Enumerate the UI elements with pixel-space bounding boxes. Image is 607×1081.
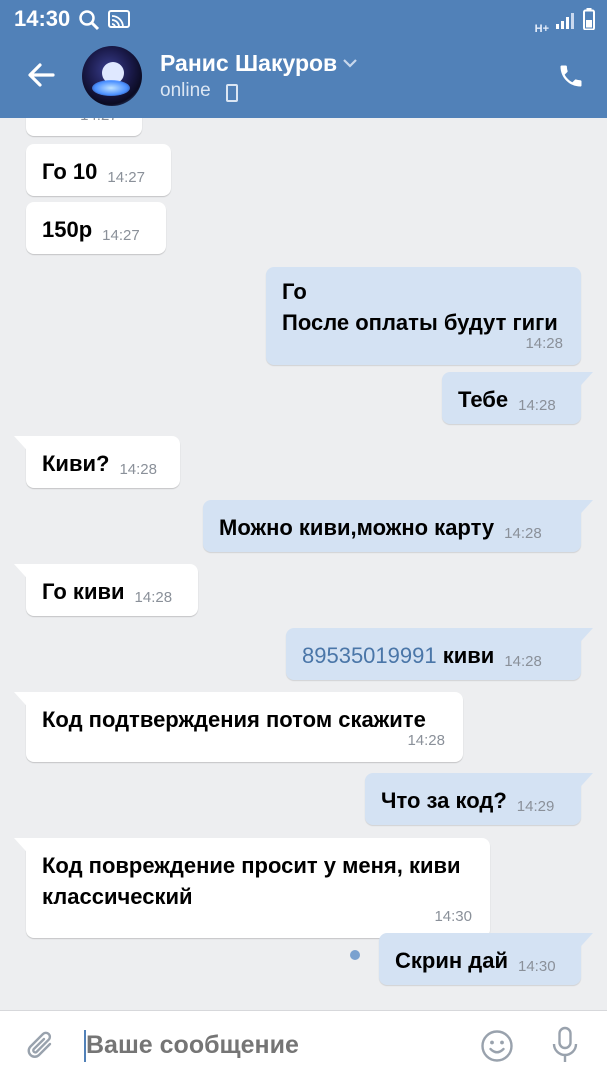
message-incoming[interactable]: Код повреждение просит у меня, киви клас… <box>14 838 490 938</box>
phone-call-icon[interactable] <box>557 62 585 95</box>
message-time: 14:27 <box>102 227 140 244</box>
message-outgoing[interactable]: 89535019991 киви 14:28 <box>286 628 593 680</box>
message-time: 14:28 <box>504 653 542 670</box>
message-text: Что за код? <box>381 788 507 813</box>
signal-icon <box>555 12 577 35</box>
message-list[interactable]: Ок14:27 Го 1014:27 150р14:27 Го После оп… <box>0 82 607 1010</box>
status-time: 14:30 <box>14 6 71 31</box>
message-incoming[interactable]: Го киви 14:28 <box>14 564 198 616</box>
message-incoming[interactable]: Код подтверждения потом скажите 14:28 <box>14 692 463 762</box>
message-text-line: После оплаты будут гиги <box>282 310 558 335</box>
battery-icon <box>583 8 595 35</box>
message-time: 14:28 <box>518 397 556 414</box>
contact-avatar[interactable] <box>82 46 142 106</box>
message-composer <box>0 1010 607 1081</box>
message-time: 14:28 <box>119 461 157 478</box>
message-outgoing[interactable]: Что за код? 14:29 <box>365 773 593 825</box>
chat-header: 14:30 H+ Ранис Шакуров online <box>0 0 607 118</box>
message-time: 14:28 <box>504 525 542 542</box>
message-text: Го 10 <box>42 159 98 184</box>
message-text: Киви? <box>42 451 110 476</box>
phone-number-link[interactable]: 89535019991 <box>302 643 437 668</box>
unread-indicator <box>350 950 360 960</box>
message-time: 14:29 <box>516 798 555 815</box>
message-text: 150р <box>42 217 93 242</box>
message-incoming[interactable]: 150р 14:27 <box>26 202 166 254</box>
network-type-indicator: H+ <box>534 23 549 35</box>
message-outgoing[interactable]: Го После оплаты будут гиги 14:28 <box>266 267 581 365</box>
message-text: киви <box>442 643 495 668</box>
message-time: 14:27 <box>107 169 145 186</box>
message-text: Тебе <box>458 387 509 412</box>
message-time: 14:30 <box>434 908 472 925</box>
message-text: Можно киви,можно карту <box>219 515 495 540</box>
cast-status-icon <box>108 10 130 33</box>
message-text: Код подтверждения потом скажите <box>42 707 426 732</box>
message-text: Го киви <box>42 579 125 604</box>
contact-name[interactable]: Ранис Шакуров <box>160 50 337 77</box>
message-time: 14:28 <box>407 732 445 749</box>
message-text-line: Го <box>282 279 307 304</box>
message-input[interactable] <box>86 1027 456 1063</box>
search-status-icon <box>78 9 100 36</box>
message-time: 14:28 <box>134 589 173 606</box>
chevron-down-icon[interactable] <box>342 56 358 74</box>
mobile-device-icon <box>226 84 238 102</box>
message-text-line: классический <box>42 884 193 909</box>
back-arrow-icon[interactable] <box>26 60 56 95</box>
microphone-icon[interactable] <box>550 1025 580 1070</box>
message-outgoing[interactable]: Можно киви,можно карту 14:28 <box>203 500 593 552</box>
message-time: 14:28 <box>525 335 563 352</box>
status-bar: 14:30 H+ <box>0 0 607 38</box>
message-text-line: Код повреждение просит у меня, киви <box>42 853 461 878</box>
emoji-icon[interactable] <box>480 1029 514 1068</box>
message-incoming[interactable]: Го 10 14:27 <box>26 144 171 196</box>
message-text: Скрин дай <box>395 948 508 973</box>
message-incoming[interactable]: Киви? 14:28 <box>14 436 180 488</box>
message-time: 14:30 <box>518 958 556 975</box>
message-outgoing[interactable]: Скрин дай 14:30 <box>379 933 593 985</box>
online-status: online <box>160 80 211 101</box>
message-outgoing[interactable]: Тебе 14:28 <box>442 372 593 424</box>
paperclip-icon[interactable] <box>26 1029 56 1068</box>
